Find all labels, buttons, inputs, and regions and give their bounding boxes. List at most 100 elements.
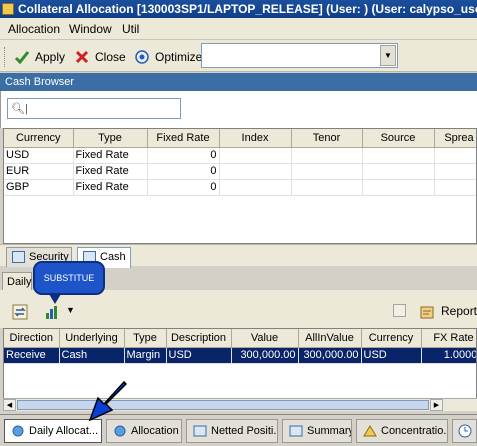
column-header[interactable]: Currency bbox=[4, 129, 74, 148]
table-cell bbox=[362, 147, 435, 164]
tab-label: Allocation bbox=[131, 425, 179, 437]
table-row[interactable]: USD Fixed Rate 0 bbox=[4, 147, 476, 164]
column-header[interactable]: Type bbox=[73, 129, 148, 148]
close-button[interactable]: Close bbox=[74, 48, 126, 66]
column-header[interactable]: Sprea bbox=[434, 129, 476, 148]
table-cell: Fixed Rate bbox=[73, 179, 148, 196]
table-row[interactable]: Receive Cash Margin USD 300,000.00 300,0… bbox=[4, 347, 476, 364]
tab-label: Netted Positi... bbox=[211, 425, 278, 437]
column-header[interactable]: Fixed Rate bbox=[147, 129, 220, 148]
table-cell: USD bbox=[361, 347, 422, 364]
grid-icon bbox=[289, 425, 303, 437]
grid-icon bbox=[193, 425, 207, 437]
column-header[interactable]: AllInValue bbox=[298, 329, 362, 348]
tab-label: Summary bbox=[307, 425, 352, 437]
bottom-tab-bar: Daily Allocat... Allocation Netted Posit… bbox=[0, 414, 477, 446]
table-cell: USD bbox=[166, 347, 232, 364]
search-icon: 🔍︎| bbox=[11, 103, 28, 115]
column-header[interactable]: Underlying bbox=[59, 329, 125, 348]
table-cell: 1.00000 bbox=[421, 347, 476, 364]
cash-grid: Currency Type Fixed Rate Index Tenor Sou… bbox=[3, 128, 477, 244]
table-row[interactable]: GBP Fixed Rate 0 bbox=[4, 179, 476, 196]
checkmark-icon bbox=[14, 51, 30, 65]
horizontal-scrollbar[interactable]: ◀ ▶ bbox=[3, 398, 477, 411]
tab-scheduler[interactable] bbox=[452, 419, 477, 443]
column-header[interactable]: Value bbox=[231, 329, 299, 348]
tab-netted-positions[interactable]: Netted Positi... bbox=[186, 419, 278, 443]
table-cell: USD bbox=[4, 147, 74, 164]
swap-icon[interactable] bbox=[12, 304, 28, 320]
cash-grid-header: Currency Type Fixed Rate Index Tenor Sou… bbox=[4, 129, 476, 148]
report-icon[interactable] bbox=[419, 304, 435, 320]
close-label: Close bbox=[95, 50, 126, 64]
tab-daily[interactable]: Daily bbox=[2, 272, 32, 290]
table-cell: 0 bbox=[147, 179, 220, 196]
grid-icon bbox=[12, 251, 25, 263]
table-row[interactable]: EUR Fixed Rate 0 bbox=[4, 163, 476, 180]
allocation-grid: Direction Underlying Type Description Va… bbox=[3, 328, 477, 400]
clock-icon bbox=[458, 424, 472, 438]
menu-allocation[interactable]: Allocation bbox=[8, 22, 60, 36]
column-header[interactable]: FX Rate bbox=[421, 329, 476, 348]
table-cell: 0 bbox=[147, 147, 220, 164]
table-cell bbox=[219, 147, 292, 164]
apply-label: Apply bbox=[35, 50, 66, 64]
checkbox[interactable] bbox=[393, 304, 406, 317]
column-header[interactable]: Description bbox=[166, 329, 232, 348]
scroll-left-icon[interactable]: ◀ bbox=[3, 399, 16, 411]
substitute-tooltip: SUBSTITUE bbox=[33, 261, 105, 304]
close-icon bbox=[75, 50, 89, 64]
column-header[interactable]: Source bbox=[362, 129, 435, 148]
column-header[interactable]: Tenor bbox=[291, 129, 363, 148]
optimize-config-dropdown[interactable]: ▼ bbox=[201, 43, 398, 68]
tab-label: Daily Allocat... bbox=[29, 425, 99, 437]
app-icon bbox=[2, 3, 14, 15]
tab-summary[interactable]: Summary bbox=[282, 419, 352, 443]
globe-icon bbox=[12, 425, 24, 437]
table-cell bbox=[291, 163, 363, 180]
tab-label: Concentratio... bbox=[381, 425, 448, 437]
chevron-down-icon[interactable]: ▼ bbox=[380, 45, 396, 66]
table-cell bbox=[362, 179, 435, 196]
chart-icon[interactable] bbox=[44, 304, 60, 320]
table-cell bbox=[434, 163, 476, 180]
table-cell: Fixed Rate bbox=[73, 163, 148, 180]
scroll-thumb[interactable] bbox=[17, 400, 429, 410]
allocation-toolbar: ▼ Report bbox=[0, 290, 477, 328]
table-cell bbox=[434, 179, 476, 196]
apply-button[interactable]: Apply bbox=[14, 48, 69, 66]
table-cell bbox=[291, 147, 363, 164]
report-label[interactable]: Report bbox=[441, 304, 477, 318]
warning-icon bbox=[363, 425, 377, 437]
search-area: 🔍︎| bbox=[0, 91, 477, 128]
table-cell: Cash bbox=[59, 347, 125, 364]
chevron-down-icon[interactable]: ▼ bbox=[66, 305, 75, 315]
table-cell: EUR bbox=[4, 163, 74, 180]
column-header[interactable]: Index bbox=[219, 129, 292, 148]
table-cell bbox=[434, 147, 476, 164]
table-cell bbox=[219, 163, 292, 180]
menu-util[interactable]: Util bbox=[122, 22, 139, 36]
cash-browser-header: Cash Browser bbox=[0, 73, 477, 91]
column-header[interactable]: Type bbox=[124, 329, 167, 348]
scroll-right-icon[interactable]: ▶ bbox=[430, 399, 443, 411]
pointer-arrow-icon bbox=[88, 380, 128, 422]
tab-cash-label: Cash bbox=[100, 251, 126, 263]
column-header[interactable]: Currency bbox=[361, 329, 422, 348]
toolbar-grip[interactable] bbox=[4, 47, 7, 67]
table-cell bbox=[219, 179, 292, 196]
menu-window[interactable]: Window bbox=[69, 22, 112, 36]
optimize-button[interactable]: Optimize bbox=[134, 48, 203, 66]
table-cell: Receive bbox=[4, 347, 60, 364]
column-header[interactable]: Direction bbox=[4, 329, 60, 348]
table-cell: 0 bbox=[147, 163, 220, 180]
table-cell: 300,000.00 bbox=[298, 347, 362, 364]
table-cell: GBP bbox=[4, 179, 74, 196]
target-icon bbox=[135, 50, 149, 64]
window-title-bar[interactable]: Collateral Allocation [130003SP1/LAPTOP_… bbox=[0, 0, 477, 18]
table-cell: 300,000.00 bbox=[231, 347, 299, 364]
search-input[interactable]: 🔍︎| bbox=[7, 98, 181, 119]
optimize-label: Optimize bbox=[155, 50, 203, 64]
table-cell bbox=[362, 163, 435, 180]
tab-concentration[interactable]: Concentratio... bbox=[356, 419, 448, 443]
